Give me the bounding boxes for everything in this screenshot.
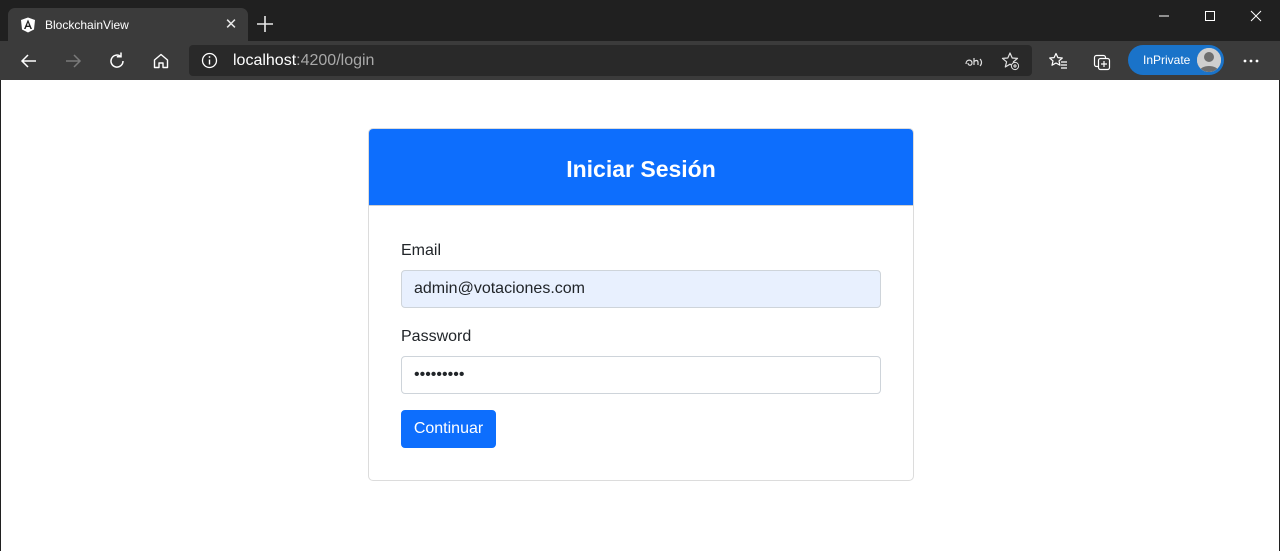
- home-icon: [153, 53, 169, 69]
- add-favorite-button[interactable]: [999, 50, 1021, 72]
- back-arrow-icon: [20, 54, 36, 68]
- new-tab-icon[interactable]: [254, 13, 276, 35]
- url-path: :4200/login: [296, 52, 375, 69]
- forward-arrow-icon: [66, 54, 82, 68]
- more-button[interactable]: [1236, 46, 1266, 76]
- minimize-button[interactable]: [1141, 0, 1187, 31]
- tab-title: BlockchainView: [45, 18, 129, 32]
- url-text[interactable]: localhost:4200/login: [233, 51, 374, 70]
- browser-tab[interactable]: BlockchainView ✕: [8, 8, 248, 41]
- email-label: Email: [401, 242, 442, 259]
- maximize-icon: [1205, 10, 1215, 21]
- page-title: Iniciar Sesión: [566, 156, 716, 182]
- browser-titlebar: BlockchainView ✕: [0, 0, 1280, 41]
- minimize-icon: [1159, 15, 1169, 16]
- favorites-button[interactable]: [1043, 46, 1073, 76]
- address-bar[interactable]: localhost:4200/login: [189, 45, 1032, 76]
- page-content: Iniciar Sesión Email admin@votaciones.co…: [0, 80, 1280, 551]
- star-add-icon: [1001, 52, 1020, 71]
- card-header: Iniciar Sesión: [369, 129, 913, 206]
- translate-icon: [965, 58, 983, 67]
- refresh-button[interactable]: [102, 46, 132, 76]
- login-card: Iniciar Sesión Email admin@votaciones.co…: [368, 128, 914, 481]
- password-field[interactable]: •••••••••: [401, 356, 881, 394]
- tab-close-icon[interactable]: ✕: [222, 16, 240, 34]
- translate-button[interactable]: [963, 50, 985, 72]
- close-window-button[interactable]: [1233, 0, 1279, 31]
- continue-button[interactable]: Continuar: [401, 410, 496, 448]
- profile-icon: [1197, 48, 1221, 72]
- maximize-button[interactable]: [1187, 0, 1233, 31]
- inprivate-label: InPrivate: [1143, 53, 1191, 67]
- more-icon: [1243, 59, 1259, 63]
- browser-toolbar: localhost:4200/login InPrivate: [0, 41, 1280, 80]
- refresh-icon: [110, 52, 124, 68]
- close-icon: [1250, 10, 1262, 21]
- url-host: localhost: [233, 52, 297, 69]
- password-label: Password: [401, 328, 472, 345]
- collections-icon: [1093, 54, 1111, 71]
- inprivate-button[interactable]: InPrivate: [1128, 45, 1224, 75]
- avatar: [1197, 48, 1221, 72]
- angular-icon: [21, 17, 35, 33]
- info-icon[interactable]: [201, 52, 218, 69]
- collections-button[interactable]: [1087, 46, 1117, 76]
- favorites-icon: [1049, 52, 1067, 69]
- home-button[interactable]: [146, 46, 176, 76]
- back-button[interactable]: [14, 46, 44, 76]
- email-field[interactable]: admin@votaciones.com: [401, 270, 881, 308]
- forward-button[interactable]: [58, 46, 88, 76]
